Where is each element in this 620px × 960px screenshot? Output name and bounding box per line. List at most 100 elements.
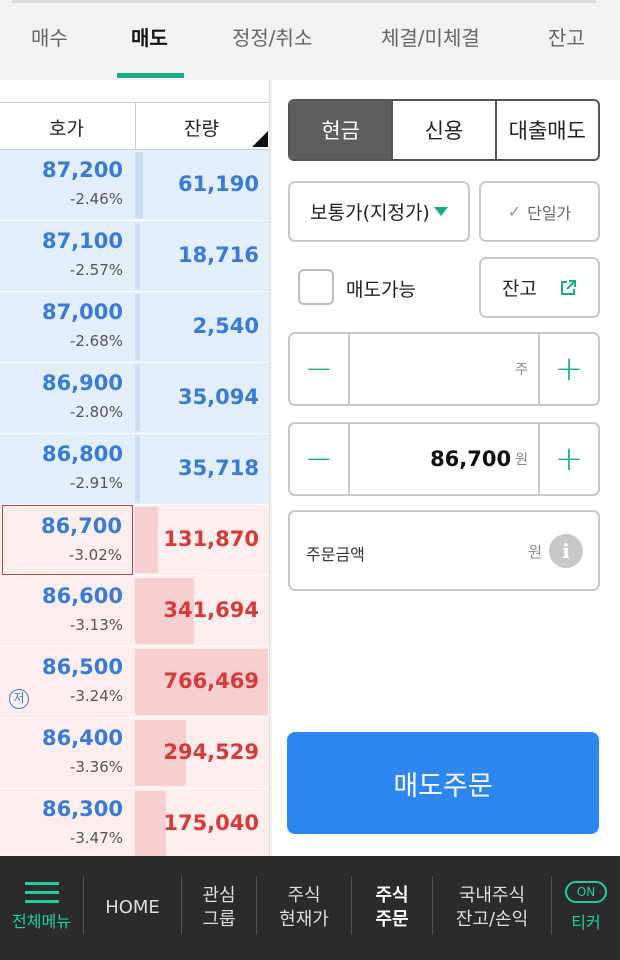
- order-book-rows[interactable]: 87,200 -2.46% 61,190 87,100 -2.57% 18,716 87,0…: [0, 150, 269, 856]
- row-qty: 341,694: [163, 598, 259, 622]
- tab-modify-cancel[interactable]: 정정/취소: [232, 22, 312, 51]
- orderbook-row[interactable]: 86,800 -2.91% 35,718: [0, 434, 269, 505]
- qty-cell[interactable]: 18,716: [135, 221, 268, 291]
- orderbook-row[interactable]: 86,500 -3.24% 저 766,469: [0, 647, 269, 718]
- row-change-pct: -3.47%: [69, 829, 123, 847]
- price-cell[interactable]: 87,200 -2.46%: [2, 150, 133, 220]
- price-minus-button[interactable]: −: [290, 424, 350, 494]
- qty-cell[interactable]: 2,540: [135, 292, 268, 362]
- row-change-pct: -3.02%: [68, 546, 122, 564]
- row-price: 86,500: [41, 655, 123, 679]
- tab-buy[interactable]: 매수: [31, 22, 68, 51]
- hamburger-menu-icon: [24, 882, 59, 904]
- external-link-icon: [559, 279, 577, 297]
- price-cell[interactable]: 86,700 -3.02%: [2, 505, 133, 575]
- nav-watch-group[interactable]: 관심 그룹: [182, 856, 256, 960]
- qty-cell[interactable]: 175,040: [135, 789, 268, 856]
- low-price-badge-icon: 저: [9, 689, 29, 709]
- price-cell[interactable]: 86,600 -3.13%: [2, 576, 133, 646]
- row-price: 86,400: [41, 726, 123, 750]
- orderbook-row[interactable]: 87,200 -2.46% 61,190: [0, 150, 269, 221]
- top-divider: [12, 0, 596, 3]
- price-cell[interactable]: 86,300 -3.47%: [2, 789, 133, 856]
- price-cell[interactable]: 87,100 -2.57%: [2, 221, 133, 291]
- dropdown-triangle-icon: [433, 207, 448, 216]
- row-change-pct: -3.24%: [69, 687, 123, 705]
- segment-credit[interactable]: 신용: [391, 101, 494, 159]
- nav-stock-price[interactable]: 주식 현재가: [257, 856, 351, 960]
- order-tabs: 매수 매도 정정/취소 체결/미체결 잔고: [0, 0, 620, 78]
- orderbook-row[interactable]: 87,100 -2.57% 18,716: [0, 221, 269, 292]
- qty-cell[interactable]: 35,718: [135, 434, 268, 504]
- nav-ticker-label: 티커: [571, 913, 601, 932]
- price-cell[interactable]: 86,500 -3.24% 저: [2, 647, 133, 717]
- tab-balance[interactable]: 잔고: [548, 22, 585, 51]
- balance-label: 잔고: [502, 278, 537, 300]
- nav-domestic-balance[interactable]: 국내주식 잔고/손익: [433, 856, 551, 960]
- price-cell[interactable]: 87,000 -2.68%: [2, 292, 133, 362]
- bottom-nav: 전체메뉴 HOME 관심 그룹 주식 현재가 주식 주문 국내주식 잔고/손익 …: [0, 856, 620, 960]
- orderbook-row[interactable]: 86,300 -3.47% 175,040: [0, 789, 269, 856]
- price-plus-button[interactable]: +: [538, 424, 598, 494]
- price-input[interactable]: 86,700 원: [350, 424, 538, 494]
- nav-watch-line2: 그룹: [202, 909, 236, 930]
- row-qty: 175,040: [163, 811, 259, 835]
- price-cell[interactable]: 86,400 -3.36%: [2, 718, 133, 788]
- qty-cell[interactable]: 766,469: [135, 647, 268, 717]
- nav-order-line1: 주식: [375, 885, 409, 906]
- order-panel: 현금 신용 대출매도 보통가(지정가) ✓ 단일가 매도가능 잔고 − 주 + …: [272, 80, 620, 856]
- qty-cell[interactable]: 131,870: [135, 505, 268, 575]
- segment-loan-sell[interactable]: 대출매도: [494, 101, 598, 159]
- nav-watch-line1: 관심: [202, 885, 236, 906]
- row-price: 86,800: [41, 442, 123, 466]
- nav-order-line2: 주문: [375, 909, 409, 930]
- row-qty: 18,716: [177, 243, 259, 267]
- orderbook-row[interactable]: 86,900 -2.80% 35,094: [0, 363, 269, 434]
- qty-cell[interactable]: 61,190: [135, 150, 268, 220]
- price-cell[interactable]: 86,900 -2.80%: [2, 363, 133, 433]
- sellable-label: 매도가능: [346, 279, 416, 301]
- order-type-dropdown[interactable]: 보통가(지정가): [288, 181, 470, 242]
- row-price: 87,200: [41, 158, 123, 182]
- order-book: 호가 잔량 87,200 -2.46% 61,190 87,100 -2.57% 18,7…: [0, 80, 270, 856]
- row-qty: 766,469: [163, 669, 259, 693]
- nav-ticker[interactable]: ON 티커: [552, 856, 620, 960]
- quantity-input[interactable]: 주: [350, 334, 538, 404]
- qty-bar: [135, 223, 141, 289]
- nav-all-menu-label: 전체메뉴: [12, 912, 71, 931]
- qty-cell[interactable]: 35,094: [135, 363, 268, 433]
- segment-cash[interactable]: 현금: [290, 101, 392, 159]
- nav-home[interactable]: HOME: [84, 856, 181, 960]
- active-tab-indicator: [117, 73, 184, 78]
- balance-button[interactable]: 잔고: [479, 257, 600, 318]
- info-icon[interactable]: i: [549, 534, 583, 568]
- qty-cell[interactable]: 294,529: [135, 718, 268, 788]
- sell-order-button[interactable]: 매도주문: [287, 732, 599, 834]
- nav-price-line1: 주식: [287, 885, 321, 906]
- expand-corner-icon[interactable]: [252, 131, 268, 147]
- tab-sell[interactable]: 매도: [131, 22, 168, 51]
- row-price: 86,600: [41, 584, 123, 608]
- nav-stock-order[interactable]: 주식 주문: [352, 856, 432, 960]
- quantity-plus-button[interactable]: +: [538, 334, 598, 404]
- single-price-toggle[interactable]: ✓ 단일가: [479, 181, 600, 242]
- orderbook-row[interactable]: 86,400 -3.36% 294,529: [0, 718, 269, 789]
- orderbook-row[interactable]: 86,600 -3.13% 341,694: [0, 576, 269, 647]
- nav-all-menu[interactable]: 전체메뉴: [0, 856, 83, 960]
- row-change-pct: -3.13%: [69, 616, 123, 634]
- sellable-checkbox[interactable]: [298, 269, 334, 305]
- nav-price-line2: 현재가: [279, 909, 329, 930]
- tab-executed[interactable]: 체결/미체결: [381, 22, 480, 51]
- row-change-pct: -3.36%: [69, 758, 123, 776]
- row-qty: 2,540: [192, 314, 259, 338]
- qty-cell[interactable]: 341,694: [135, 576, 268, 646]
- order-amount-label: 주문금액: [306, 545, 365, 564]
- ticker-on-badge: ON: [565, 881, 607, 903]
- price-cell[interactable]: 86,800 -2.91%: [2, 434, 133, 504]
- orderbook-row[interactable]: 86,700 -3.02% 131,870: [0, 505, 269, 576]
- row-change-pct: -2.46%: [69, 190, 123, 208]
- quantity-minus-button[interactable]: −: [290, 334, 350, 404]
- qty-bar: [135, 152, 143, 218]
- row-qty: 35,718: [177, 456, 259, 480]
- orderbook-row[interactable]: 87,000 -2.68% 2,540: [0, 292, 269, 363]
